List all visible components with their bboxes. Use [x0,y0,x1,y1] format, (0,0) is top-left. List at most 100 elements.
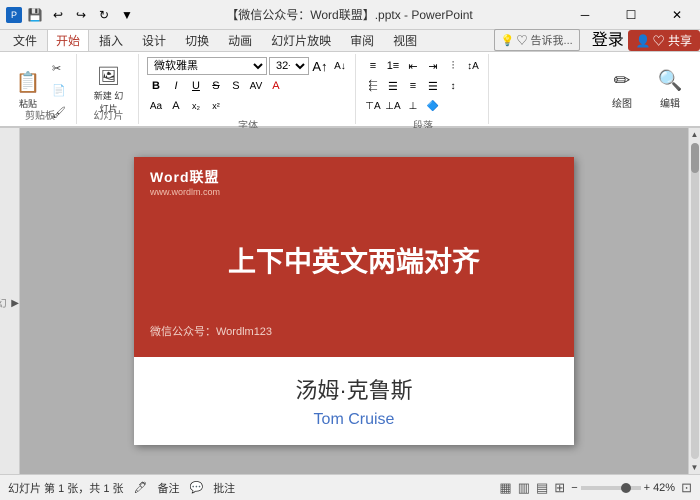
zoom-in-icon[interactable]: + [644,482,650,494]
character-spacing-button[interactable]: AV [247,77,265,95]
font-color-2-button[interactable]: A [167,97,185,115]
numbering-button[interactable]: 1≡ [384,57,402,75]
paste-icon: 📋 [16,70,41,95]
increase-indent-button[interactable]: ⇥ [424,57,442,75]
undo-button[interactable]: ↩ [48,5,68,25]
underline-button[interactable]: U [187,77,205,95]
text-align-top-button[interactable]: ⊤A [364,97,382,115]
slide-logo-text: Word联盟 [150,167,558,187]
slides-group: 🖼 新建 幻灯片 幻灯片 [79,54,139,124]
bullets-button[interactable]: ≡ [364,57,382,75]
zoom-thumb [621,483,631,493]
app-body: ▶ 幻灯片 Word联盟 www.wordlm.com 上下中英文两端对齐 微信… [0,128,700,474]
paragraph-group: ≡ 1≡ ⇤ ⇥ ⫶ ↕A ⬱ ☰ ≡ ☰ ↕ ⊤A ⊥A ⊥ 🔷 段落 [358,54,489,124]
text-align-bot-button[interactable]: ⊥ [404,97,422,115]
font-color-button[interactable]: A [267,77,285,95]
paragraph-row-1: ≡ 1≡ ⇤ ⇥ ⫶ ↕A [364,57,482,75]
status-right: ▦ ▥ ▤ ⊞ − + 42% ⊡ [499,480,692,496]
decrease-font-button[interactable]: A↓ [331,57,349,75]
collapse-arrow[interactable]: ▶ [11,296,19,310]
font-row-3: Aa A x₂ x² [147,97,349,115]
tab-animations[interactable]: 动画 [219,29,261,51]
bold-button[interactable]: B [147,77,165,95]
comment-label[interactable]: 批注 [213,480,235,496]
ribbon-tabs: 文件 开始 插入 设计 切换 动画 幻灯片放映 审阅 视图 💡 ♡ 告诉我...… [0,30,700,52]
slide-canvas-area[interactable]: Word联盟 www.wordlm.com 上下中英文两端对齐 微信公众号：Wo… [20,128,688,474]
paragraph-row-2: ⬱ ☰ ≡ ☰ ↕ [364,77,482,95]
scroll-up-arrow[interactable]: ▲ [689,128,700,141]
slides-panel: ▶ 幻灯片 [0,128,20,474]
save-button[interactable]: 💾 [25,5,45,25]
subscript-button[interactable]: x₂ [187,97,205,115]
zoom-out-icon[interactable]: − [571,482,577,494]
tab-file[interactable]: 文件 [4,29,46,51]
cut-button[interactable]: ✂ [48,58,70,78]
slide-main-title: 上下中英文两端对齐 [150,197,558,323]
draw-button[interactable]: ✏ 绘图 [600,61,644,117]
vertical-scrollbar[interactable]: ▲ ▼ [688,128,700,474]
text-shadow-button[interactable]: S [227,77,245,95]
edit-button[interactable]: 🔍 编辑 [648,61,692,117]
slide-logo-url: www.wordlm.com [150,187,558,197]
font-name-select[interactable]: 微软雅黑 [147,57,267,75]
fit-window-icon[interactable]: ⊡ [681,480,692,496]
slide-wechat: 微信公众号：Wordlm123 [150,323,558,347]
copy-button[interactable]: 📄 [48,80,70,100]
tab-view[interactable]: 视图 [384,29,426,51]
panel-label: 幻灯片 [0,298,7,308]
decrease-indent-button[interactable]: ⇤ [404,57,422,75]
increase-font-button[interactable]: A↑ [311,57,329,75]
italic-button[interactable]: I [167,77,185,95]
window-title: 【微信公众号：Word联盟】.pptx - PowerPoint [226,6,473,23]
align-center-button[interactable]: ☰ [384,77,402,95]
customize-button[interactable]: ▼ [117,5,137,25]
superscript-button[interactable]: x² [207,97,225,115]
tab-transitions[interactable]: 切换 [176,29,218,51]
repeat-button[interactable]: ↻ [94,5,114,25]
align-right-button[interactable]: ≡ [404,77,422,95]
login-button[interactable]: 登录 [588,25,628,51]
tell-me-input[interactable]: 💡 ♡ 告诉我... [494,29,580,51]
redo-button[interactable]: ↪ [71,5,91,25]
tab-insert[interactable]: 插入 [90,29,132,51]
slide-count-label: 幻灯片 第 1 张，共 1 张 [8,480,124,496]
slide-sorter-icon[interactable]: ▥ [518,480,530,496]
status-left: 幻灯片 第 1 张，共 1 张 🖊 备注 💬 批注 [8,480,235,496]
close-button[interactable]: ✕ [654,0,700,30]
slide-red-section: Word联盟 www.wordlm.com 上下中英文两端对齐 微信公众号：Wo… [134,157,574,357]
slide-name-english: Tom Cruise [150,411,558,429]
strikethrough-button[interactable]: S [207,77,225,95]
status-bar: 幻灯片 第 1 张，共 1 张 🖊 备注 💬 批注 ▦ ▥ ▤ ⊞ − + 42… [0,474,700,500]
font-size-select[interactable]: 32+ [269,57,309,75]
window-controls: ─ ☐ ✕ [562,0,700,30]
tab-home[interactable]: 开始 [47,29,89,51]
normal-view-icon[interactable]: ▦ [499,480,511,496]
text-direction-button[interactable]: ↕A [464,57,482,75]
zoom-percent-label: 42% [653,482,675,494]
scroll-down-arrow[interactable]: ▼ [689,461,700,474]
slideshow-icon[interactable]: ⊞ [554,480,565,496]
notes-icon: 🖊 [134,481,148,494]
tab-review[interactable]: 审阅 [341,29,383,51]
reading-view-icon[interactable]: ▤ [536,480,548,496]
share-button[interactable]: 👤 ♡ 共享 [628,30,700,51]
new-slide-icon: 🖼 [97,66,120,87]
columns-button[interactable]: ⫶ [444,57,462,75]
justify-button[interactable]: ☰ [424,77,442,95]
slides-label: 幻灯片 [93,107,123,122]
scroll-thumb[interactable] [691,143,699,173]
tab-slideshow[interactable]: 幻灯片放映 [262,29,340,51]
notes-label[interactable]: 备注 [157,480,179,496]
line-spacing-button[interactable]: ↕ [444,77,462,95]
align-left-button[interactable]: ⬱ [364,77,382,95]
clear-format-button[interactable]: Aa [147,97,165,115]
font-group: 微软雅黑 32+ A↑ A↓ B I U S S AV A Aa A x₂ x²… [141,54,356,124]
smartart-button[interactable]: 🔷 [424,97,442,115]
zoom-control[interactable]: − + 42% [571,482,675,494]
scroll-track[interactable] [691,143,699,459]
zoom-slider[interactable] [581,486,641,490]
draw-edit-area: ✏ 绘图 🔍 编辑 [596,54,696,124]
text-align-mid-button[interactable]: ⊥A [384,97,402,115]
tab-design[interactable]: 设计 [133,29,175,51]
slide-wrapper: Word联盟 www.wordlm.com 上下中英文两端对齐 微信公众号：Wo… [134,157,574,445]
